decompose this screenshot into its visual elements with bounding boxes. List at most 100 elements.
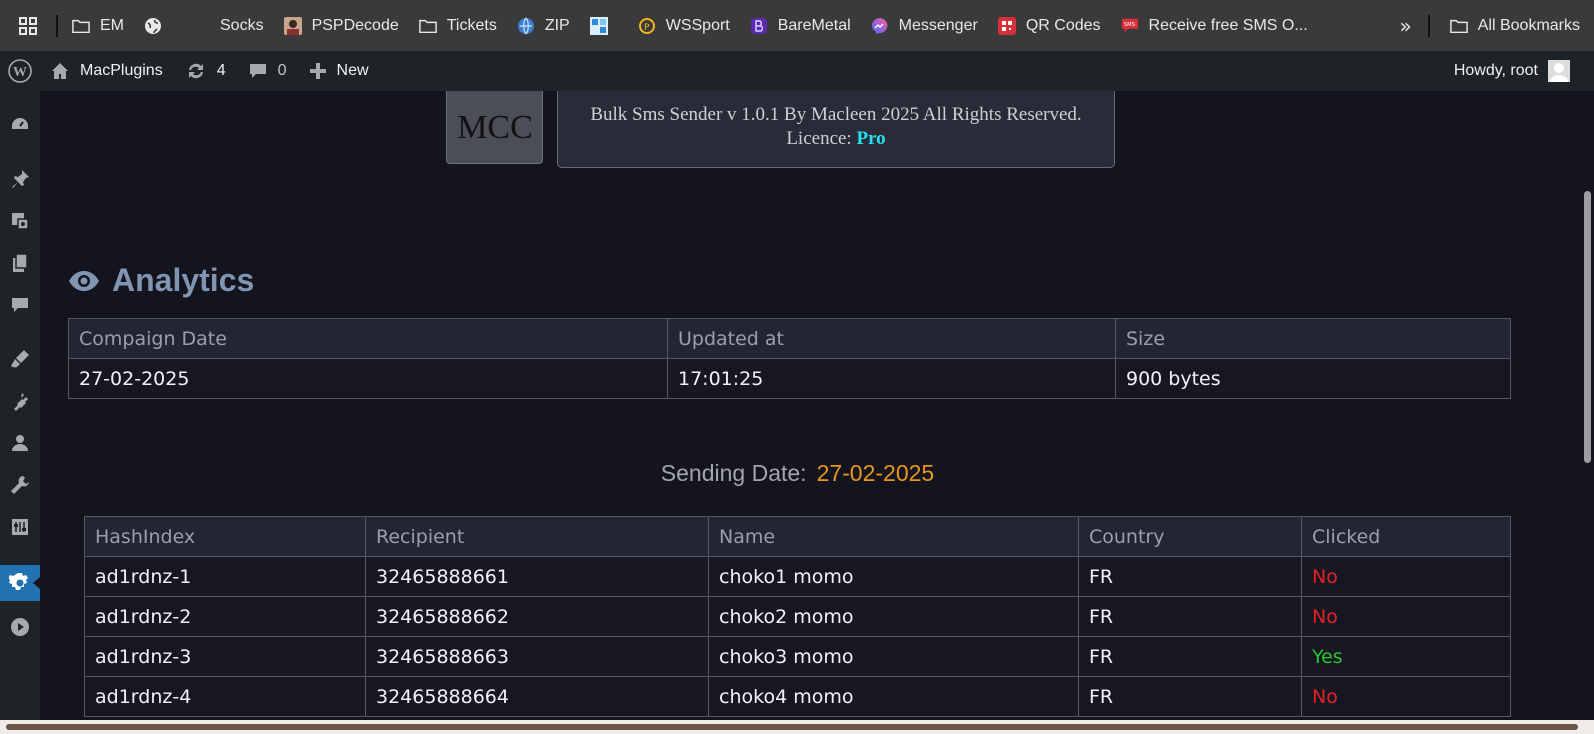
horizontal-scrollbar-thumb[interactable] — [6, 724, 1578, 730]
horizontal-scrollbar[interactable] — [0, 720, 1594, 734]
comments-icon[interactable] — [0, 287, 40, 323]
sms-icon: SMS — [1121, 17, 1139, 35]
hash-index-cell: ad1rdnz-1 — [84, 556, 366, 597]
bookmark-messenger[interactable]: Messenger — [863, 10, 986, 42]
analytics-heading: Analytics — [68, 262, 254, 299]
refresh-icon — [185, 61, 207, 81]
bookmark-globe[interactable] — [136, 10, 180, 42]
licence-value: Pro — [856, 128, 886, 149]
site-name-link[interactable]: MacPlugins — [42, 51, 171, 91]
comments-count: 0 — [277, 62, 287, 79]
updates-count: 4 — [216, 62, 226, 79]
vertical-scrollbar[interactable] — [1580, 91, 1594, 734]
users-icon[interactable] — [0, 425, 40, 461]
bookmark-em[interactable]: EM — [64, 10, 132, 42]
recipient-cell: 32465888664 — [365, 676, 709, 717]
plugin-settings-gear-icon[interactable] — [0, 565, 40, 601]
globe-blue-icon — [517, 17, 535, 35]
bookmark-label: ZIP — [544, 16, 570, 34]
svg-text:W: W — [13, 65, 27, 80]
bookmark-baremetal[interactable]: BareMetal — [742, 10, 859, 42]
bookmark-pspdecode[interactable]: PSPDecode — [276, 10, 407, 42]
bookmark-label: BareMetal — [777, 16, 851, 34]
puzzle-icon — [589, 16, 608, 35]
bookmark-receive-sms[interactable]: SMS Receive free SMS O... — [1113, 10, 1316, 42]
eye-icon — [68, 270, 100, 292]
analytics-table: Compaign Date Updated at Size 27-02-2025… — [68, 318, 1511, 399]
pages-icon[interactable] — [0, 245, 40, 281]
sending-date-label: Sending Date: — [660, 460, 807, 486]
comments-link[interactable]: 0 — [240, 51, 295, 91]
all-bookmarks-button[interactable]: All Bookmarks — [1442, 10, 1594, 42]
new-content-link[interactable]: New — [301, 51, 377, 91]
plugin-logo: MCC — [446, 91, 543, 164]
clicked-cell: No — [1301, 556, 1511, 597]
bookmark-label: Tickets — [446, 16, 497, 34]
column-header: Clicked — [1301, 516, 1511, 557]
country-cell: FR — [1078, 636, 1302, 677]
bookmark-socks[interactable]: Socks — [184, 10, 272, 42]
size-cell: 900 bytes — [1115, 358, 1511, 399]
recipient-cell: 32465888661 — [365, 556, 709, 597]
qr-icon — [997, 16, 1016, 35]
column-header: Recipient — [365, 516, 709, 557]
blank-icon — [192, 17, 210, 35]
more-bookmarks-button[interactable]: » — [1400, 14, 1412, 38]
dashboard-icon[interactable] — [0, 107, 40, 143]
updates-link[interactable]: 4 — [177, 51, 234, 91]
avatar — [1548, 60, 1570, 82]
sending-date-value: 27-02-2025 — [816, 460, 935, 486]
column-header: Size — [1115, 318, 1511, 359]
bookmark-label: QR Codes — [1025, 16, 1101, 34]
column-header: Country — [1078, 516, 1302, 557]
plugins-icon[interactable] — [0, 383, 40, 419]
settings-sliders-icon[interactable] — [0, 509, 40, 545]
tools-wrench-icon[interactable] — [0, 467, 40, 503]
play-icon[interactable] — [0, 609, 40, 645]
table-row: ad1rdnz-3 32465888663 choko3 momo FR Yes — [84, 636, 1511, 677]
comment-icon — [248, 61, 268, 81]
appearance-brush-icon[interactable] — [0, 341, 40, 377]
hash-index-cell: ad1rdnz-2 — [84, 596, 366, 637]
posts-pin-icon[interactable] — [0, 161, 40, 197]
media-icon[interactable] — [0, 203, 40, 239]
bookmarks-separator — [1427, 14, 1430, 37]
table-row: ad1rdnz-2 32465888662 choko2 momo FR No — [84, 596, 1511, 637]
licence-line: Licence: Pro — [558, 127, 1114, 151]
clicked-cell: No — [1301, 596, 1511, 637]
svg-text:SMS: SMS — [1123, 22, 1135, 28]
table-row: 27-02-2025 17:01:25 900 bytes — [68, 358, 1511, 399]
credit-panel: Bulk Sms Sender v 1.0.1 By Macleen 2025 … — [557, 91, 1115, 168]
globe-icon — [144, 17, 162, 35]
bookmark-tickets[interactable]: Tickets — [411, 10, 505, 42]
folder-icon — [1449, 17, 1468, 35]
country-cell: FR — [1078, 596, 1302, 637]
bookmark-wssport[interactable]: P WSSport — [630, 10, 738, 42]
column-header: Name — [708, 516, 1079, 557]
updated-at-cell: 17:01:25 — [667, 358, 1116, 399]
hash-index-cell: ad1rdnz-3 — [84, 636, 366, 677]
wp-admin-bar: W MacPlugins 4 0 New Howdy, root — [0, 51, 1594, 91]
bookmarks-bar: EM Socks PSPDecode Tickets ZIP P WSSport… — [0, 0, 1594, 51]
bookmark-zip[interactable]: ZIP — [509, 10, 578, 42]
apps-grid-icon[interactable] — [0, 0, 56, 51]
my-account-link[interactable]: Howdy, root — [1454, 51, 1570, 91]
sending-date: Sending Date: 27-02-2025 — [84, 460, 1511, 487]
shield-icon — [750, 17, 768, 35]
bookmark-qr-codes[interactable]: QR Codes — [990, 10, 1109, 42]
home-icon — [50, 61, 70, 81]
clicked-cell: Yes — [1301, 636, 1511, 677]
name-cell: choko1 momo — [708, 556, 1079, 597]
wordpress-icon: W — [8, 59, 32, 83]
bookmark-puzzle[interactable] — [582, 10, 626, 42]
country-cell: FR — [1078, 556, 1302, 597]
wordpress-logo-button[interactable]: W — [0, 51, 40, 91]
scrollbar-thumb[interactable] — [1584, 191, 1591, 463]
column-header: Updated at — [667, 318, 1116, 359]
table-row: ad1rdnz-1 32465888661 choko1 momo FR No — [84, 556, 1511, 597]
table-header-row: HashIndex Recipient Name Country Clicked — [84, 516, 1511, 557]
bookmark-label: PSPDecode — [311, 16, 399, 34]
svg-text:P: P — [644, 23, 650, 33]
bookmark-label: EM — [100, 16, 124, 34]
messenger-icon — [871, 17, 889, 35]
